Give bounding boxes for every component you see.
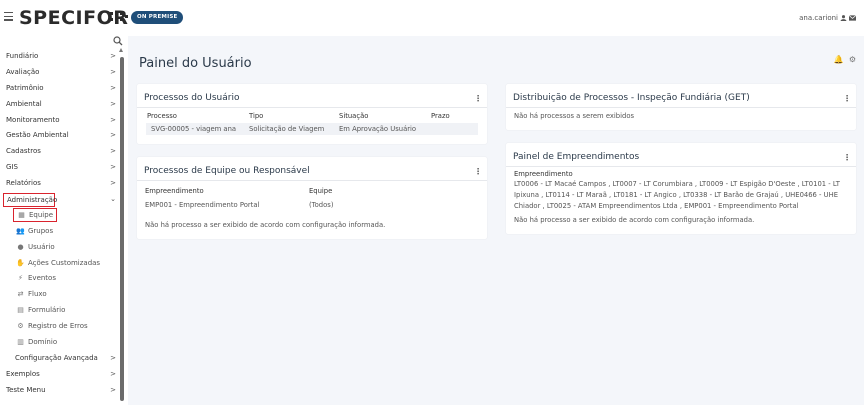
more-options-icon[interactable]: ⋮	[843, 153, 851, 162]
main-content: Painel do Usuário 🔔 ⚙ Processos do Usuár…	[128, 36, 864, 405]
sidebar-item-gestao-ambiental[interactable]: Gestão Ambiental >	[0, 128, 118, 144]
enterprise-list-line: Chiador , LT0025 - ATAM Empreendimentos …	[514, 202, 799, 210]
enterprise-label: Empreendimento	[514, 170, 573, 178]
sidebar-item-monitoramento[interactable]: Monitoramento >	[0, 113, 118, 129]
sidebar-subitem-equipe[interactable]: ▦ Equipe	[0, 207, 118, 224]
events-icon: ⚡	[18, 274, 23, 283]
enterprise-list-line: LT0006 - LT Macaé Campos , LT0007 - LT C…	[514, 180, 840, 188]
sidebar-menu: Fundiário > Avaliação > Patrimônio > Ambien…	[0, 49, 118, 399]
chevron-right-icon: >	[110, 67, 116, 76]
domain-icon: ▥	[17, 338, 24, 347]
col-header-equipe: Equipe	[309, 187, 333, 195]
sidebar-item-gis[interactable]: GIS >	[0, 160, 118, 176]
search-icon[interactable]	[113, 36, 123, 46]
sidebar: Fundiário > Avaliação > Patrimônio > Ambien…	[0, 36, 128, 405]
sidebar-subitem-acoes-customizadas[interactable]: ✋ Ações Customizadas	[0, 256, 118, 272]
sidebar-subitem-formulario[interactable]: ▤ Formulário	[0, 303, 118, 319]
error-log-icon: ⚙	[17, 322, 24, 331]
groups-icon: 👥	[16, 226, 25, 235]
empty-message: Não há processos a serem exibidos	[514, 112, 635, 120]
cell-empreendimento: EMP001 - Empreendimento Portal	[145, 201, 260, 209]
chevron-right-icon: >	[110, 99, 116, 108]
user-icon[interactable]	[840, 15, 847, 21]
sidebar-item-patrimonio[interactable]: Patrimônio >	[0, 81, 118, 97]
chevron-right-icon: >	[110, 163, 116, 172]
sidebar-item-ambiental[interactable]: Ambiental >	[0, 97, 118, 113]
card-user-processes: Processos do Usuário ⋮ Processo Tipo Sit…	[137, 84, 487, 144]
card-title: Processos do Usuário	[144, 93, 240, 103]
page-title: Painel do Usuário	[139, 56, 252, 71]
on-premise-badge: ON PREMISE	[131, 11, 184, 24]
sidebar-item-cadastros[interactable]: Cadastros >	[0, 144, 118, 160]
sidebar-item-configuracao-avancada[interactable]: Configuração Avançada >	[0, 351, 118, 367]
sidebar-item-fundiario[interactable]: Fundiário >	[0, 49, 118, 65]
empty-message: Não há processo a ser exibido de acordo …	[145, 221, 386, 229]
cell-processo[interactable]: SVG-00005 - viagem ana	[151, 125, 236, 133]
col-header-situacao: Situação	[339, 112, 369, 120]
sidebar-subitem-registro-de-erros[interactable]: ⚙ Registro de Erros	[0, 319, 118, 335]
empty-message: Não há processo a ser exibido de acordo …	[514, 216, 755, 224]
sidebar-scrollbar[interactable]	[120, 57, 124, 401]
cell-situacao: Em Aprovação Usuário	[339, 125, 417, 133]
user-area[interactable]: ana.carioni	[799, 14, 856, 22]
settings-icon[interactable]: ⚙	[849, 55, 856, 64]
sidebar-subitem-fluxo[interactable]: ⇄ Fluxo	[0, 287, 118, 303]
card-team-processes: Processos de Equipe ou Responsável ⋮ Emp…	[137, 157, 487, 239]
username[interactable]: ana.carioni	[799, 14, 838, 22]
top-bar: SPECIFOR ON PREMISE ana.carioni	[0, 0, 864, 36]
chevron-right-icon: >	[110, 52, 116, 60]
logo-dots-icon	[110, 11, 128, 23]
cell-tipo: Solicitação de Viagem	[249, 125, 325, 133]
chevron-right-icon: >	[110, 353, 116, 362]
top-action-icons: 🔔 ⚙	[834, 55, 856, 64]
more-options-icon[interactable]: ⋮	[474, 167, 482, 176]
bell-icon[interactable]: 🔔	[834, 55, 844, 64]
flow-icon: ⇄	[17, 290, 24, 299]
enterprise-list-line: Ipixuna , LT0114 - LT Maraã , LT0181 - L…	[514, 191, 839, 199]
form-icon: ▤	[17, 306, 24, 315]
chevron-right-icon: >	[110, 147, 116, 156]
chevron-down-icon: ⌄	[110, 195, 116, 204]
col-header-prazo: Prazo	[431, 112, 450, 120]
custom-actions-icon: ✋	[16, 258, 25, 267]
more-options-icon[interactable]: ⋮	[843, 94, 851, 103]
mail-icon[interactable]	[849, 15, 856, 21]
sidebar-subitem-dominio[interactable]: ▥ Domínio	[0, 335, 118, 351]
sidebar-subitem-grupos[interactable]: 👥 Grupos	[0, 224, 118, 240]
sidebar-subitem-eventos[interactable]: ⚡ Eventos	[0, 271, 118, 287]
sidebar-item-avaliacao[interactable]: Avaliação >	[0, 65, 118, 81]
chevron-right-icon: >	[110, 131, 116, 140]
col-header-empreendimento: Empreendimento	[145, 187, 204, 195]
chevron-right-icon: >	[110, 115, 116, 124]
scroll-up-arrow-icon[interactable]	[119, 48, 123, 52]
chevron-right-icon: >	[110, 369, 116, 378]
cell-equipe: (Todos)	[309, 201, 334, 209]
chevron-right-icon: >	[110, 83, 116, 92]
sidebar-item-teste-menu[interactable]: Teste Menu >	[0, 383, 118, 399]
card-title: Painel de Empreendimentos	[513, 152, 640, 162]
sidebar-item-exemplos[interactable]: Exemplos >	[0, 367, 118, 383]
hamburger-menu-icon[interactable]	[4, 12, 13, 21]
sidebar-item-administracao[interactable]: Administração ⌄	[0, 192, 118, 208]
team-icon: ▦	[18, 210, 25, 219]
sidebar-item-relatorios[interactable]: Relatórios >	[0, 176, 118, 192]
more-options-icon[interactable]: ⋮	[474, 94, 482, 103]
col-header-tipo: Tipo	[249, 112, 264, 120]
chevron-right-icon: >	[110, 385, 116, 394]
chevron-right-icon: >	[110, 179, 116, 188]
card-enterprises: Painel de Empreendimentos ⋮ Empreendimen…	[506, 143, 856, 234]
card-title: Distribuição de Processos - Inspeção Fun…	[513, 93, 750, 103]
card-process-distribution: Distribuição de Processos - Inspeção Fun…	[506, 84, 856, 130]
card-title: Processos de Equipe ou Responsável	[144, 166, 310, 176]
sidebar-subitem-usuario[interactable]: ● Usuário	[0, 240, 118, 256]
user-icon: ●	[17, 242, 24, 251]
col-header-processo: Processo	[147, 112, 177, 120]
